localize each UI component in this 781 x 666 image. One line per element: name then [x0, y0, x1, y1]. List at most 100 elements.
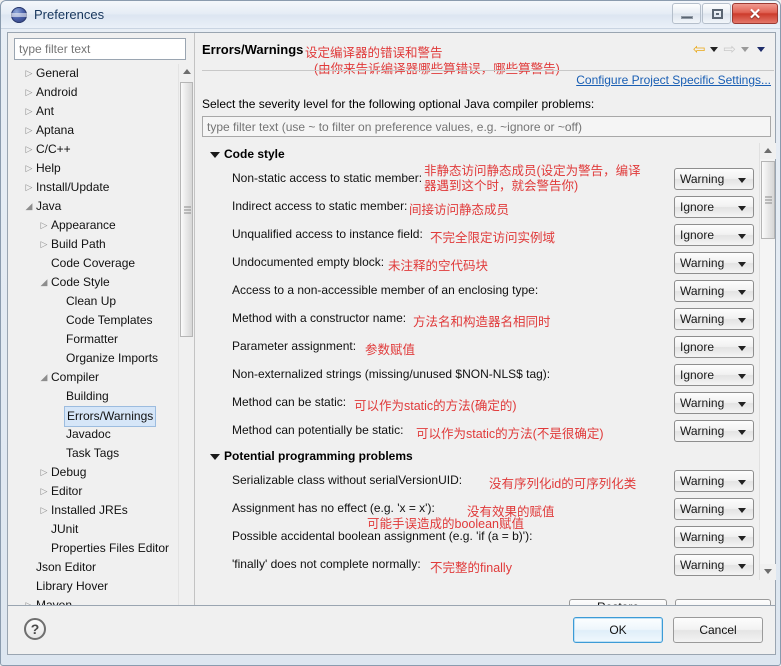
tree-expand-chevron-right-icon[interactable]: ▷ [22, 178, 36, 197]
options-scroll-up-arrow-icon[interactable] [760, 143, 776, 159]
chevron-down-icon [738, 374, 746, 379]
sidebar-item-installed-jres[interactable]: ▷ Installed JREs [14, 501, 172, 520]
sidebar-item-organize-imports[interactable]: Organize Imports [14, 349, 172, 368]
help-icon[interactable]: ? [24, 618, 46, 640]
sidebar-item-errors-warnings[interactable]: Errors/Warnings [14, 406, 172, 427]
sidebar-item-help[interactable]: ▷ Help [14, 159, 172, 178]
severity-dropdown[interactable]: Warning [674, 420, 754, 442]
sidebar-vertical-scrollbar[interactable] [178, 64, 194, 616]
option-row: Method with a constructor name: 方法名和构造器名相… [202, 305, 754, 333]
sidebar-item-java[interactable]: ◢ Java [14, 197, 172, 216]
severity-dropdown[interactable]: Warning [674, 280, 754, 302]
severity-dropdown[interactable]: Ignore [674, 336, 754, 358]
options-scroll-grip-icon [765, 196, 772, 204]
sidebar-item-formatter[interactable]: Formatter [14, 330, 172, 349]
sidebar-item-task-tags[interactable]: Task Tags [14, 444, 172, 463]
severity-dropdown[interactable]: Warning [674, 470, 754, 492]
options-vertical-scrollbar[interactable] [759, 143, 776, 580]
sidebar-item-aptana[interactable]: ▷ Aptana [14, 121, 172, 140]
severity-dropdown[interactable]: Ignore [674, 364, 754, 386]
forward-arrow-icon[interactable]: ⇨ [723, 42, 736, 57]
severity-dropdown-value: Ignore [680, 368, 715, 382]
sidebar-item-general[interactable]: ▷ General [14, 64, 172, 83]
severity-dropdown[interactable]: Ignore [674, 196, 754, 218]
sidebar-item-label: Errors/Warnings [64, 406, 157, 427]
tree-expand-chevron-right-icon[interactable]: ▷ [37, 235, 51, 254]
sidebar-item-editor[interactable]: ▷ Editor [14, 482, 172, 501]
tree-expand-chevron-right-icon[interactable]: ▷ [22, 83, 36, 102]
severity-dropdown-value: Warning [680, 502, 725, 516]
severity-dropdown[interactable]: Warning [674, 554, 754, 576]
sidebar-item-code-style[interactable]: ◢ Code Style [14, 273, 172, 292]
tree-collapse-chevron-down-icon[interactable]: ◢ [37, 273, 51, 292]
sidebar-item-install-update[interactable]: ▷ Install/Update [14, 178, 172, 197]
options-scroll-thumb[interactable] [761, 161, 775, 239]
page-menu-chevron-down-icon[interactable] [757, 47, 765, 52]
sidebar-item-label: Clean Up [66, 294, 117, 308]
sidebar-item-android[interactable]: ▷ Android [14, 83, 172, 102]
tree-expand-chevron-right-icon[interactable]: ▷ [22, 159, 36, 178]
option-annotation: 可能手误造成的boolean赋值 [367, 517, 524, 531]
severity-dropdown[interactable]: Warning [674, 526, 754, 548]
sidebar-item-c-c[interactable]: ▷ C/C++ [14, 140, 172, 159]
severity-dropdown[interactable]: Warning [674, 252, 754, 274]
chevron-down-icon [738, 402, 746, 407]
options-filter-input[interactable] [202, 116, 771, 137]
tree-expand-chevron-right-icon[interactable]: ▷ [22, 102, 36, 121]
sidebar-filter-input[interactable] [14, 38, 186, 60]
sidebar-item-clean-up[interactable]: Clean Up [14, 292, 172, 311]
severity-dropdown[interactable]: Warning [674, 308, 754, 330]
sidebar-item-javadoc[interactable]: Javadoc [14, 425, 172, 444]
tree-expand-chevron-right-icon[interactable]: ▷ [37, 216, 51, 235]
sidebar-item-appearance[interactable]: ▷ Appearance [14, 216, 172, 235]
back-history-chevron-down-icon[interactable] [710, 47, 719, 52]
close-button[interactable]: ✕ [732, 3, 778, 24]
sidebar-item-compiler[interactable]: ◢ Compiler [14, 368, 172, 387]
sidebar-scroll-thumb[interactable] [180, 82, 193, 337]
sidebar-item-label: Task Tags [66, 446, 120, 460]
configure-project-specific-settings-link[interactable]: Configure Project Specific Settings... [576, 73, 771, 87]
tree-expand-chevron-right-icon[interactable]: ▷ [22, 121, 36, 140]
tree-collapse-chevron-down-icon[interactable]: ◢ [37, 368, 51, 387]
sidebar-item-debug[interactable]: ▷ Debug [14, 463, 172, 482]
option-annotation: 未注释的空代码块 [388, 259, 489, 273]
maximize-button[interactable] [702, 3, 731, 24]
chevron-down-icon [738, 508, 746, 513]
sidebar-item-ant[interactable]: ▷ Ant [14, 102, 172, 121]
sidebar-item-building[interactable]: Building [14, 387, 172, 406]
sidebar-item-json-editor[interactable]: Json Editor [14, 558, 172, 577]
options-scroll-down-arrow-icon[interactable] [760, 564, 776, 580]
tree-collapse-chevron-down-icon[interactable]: ◢ [22, 197, 36, 216]
sidebar-item-library-hover[interactable]: Library Hover [14, 577, 172, 596]
tree-expand-chevron-right-icon[interactable]: ▷ [22, 140, 36, 159]
close-icon: ✕ [748, 5, 762, 23]
section-header[interactable]: Potential programming problems [202, 445, 754, 467]
option-label: Parameter assignment: [232, 339, 357, 353]
sidebar-item-code-templates[interactable]: Code Templates [14, 311, 172, 330]
section-header[interactable]: Code style [202, 143, 754, 165]
severity-dropdown[interactable]: Warning [674, 498, 754, 520]
tree-expand-chevron-right-icon[interactable]: ▷ [37, 482, 51, 501]
option-row: 'finally' does not complete normally: 不完整… [202, 551, 754, 579]
sidebar-item-properties-files-editor[interactable]: Properties Files Editor [14, 539, 172, 558]
minimize-button[interactable] [672, 3, 701, 24]
sidebar-item-junit[interactable]: JUnit [14, 520, 172, 539]
severity-dropdown[interactable]: Warning [674, 168, 754, 190]
preferences-tree[interactable]: ▷ General ▷ Android ▷ Ant ▷ Aptana ▷ C/C++ ▷ Help ▷ I… [14, 64, 186, 616]
cancel-button[interactable]: Cancel [673, 617, 763, 643]
forward-history-chevron-down-icon[interactable] [741, 47, 749, 52]
tree-expand-chevron-right-icon[interactable]: ▷ [22, 64, 36, 83]
tree-expand-chevron-right-icon[interactable]: ▷ [37, 463, 51, 482]
sidebar-item-code-coverage[interactable]: Code Coverage [14, 254, 172, 273]
sidebar-item-build-path[interactable]: ▷ Build Path [14, 235, 172, 254]
ok-button[interactable]: OK [573, 617, 663, 643]
severity-dropdown[interactable]: Warning [674, 392, 754, 414]
back-arrow-icon[interactable]: ⇦ [693, 42, 706, 57]
severity-dropdown-value: Warning [680, 256, 725, 270]
option-label: Indirect access to static member: [232, 199, 408, 213]
sidebar-item-label: Javadoc [66, 427, 111, 441]
tree-expand-chevron-right-icon[interactable]: ▷ [37, 501, 51, 520]
option-row: Method can be static: 可以作为static的方法(确定的) W… [202, 389, 754, 417]
scroll-up-arrow-icon[interactable] [179, 64, 194, 79]
severity-dropdown[interactable]: Ignore [674, 224, 754, 246]
